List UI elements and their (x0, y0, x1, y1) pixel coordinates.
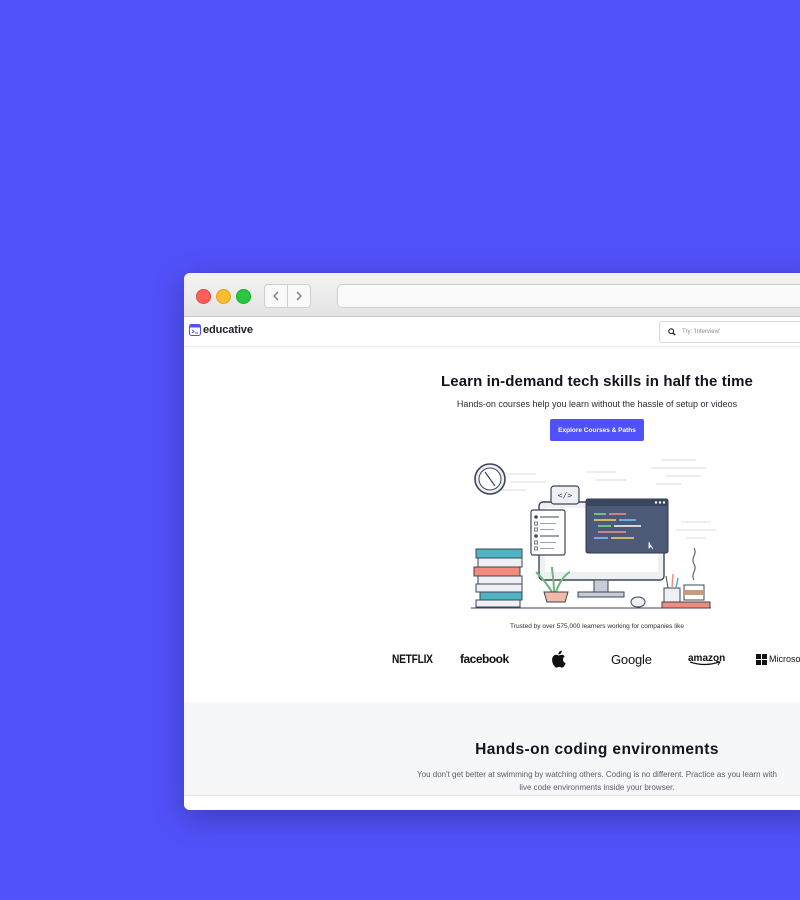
chevron-left-icon (273, 291, 279, 301)
mouse-icon (630, 596, 646, 608)
coding-environments-section: Hands-on coding environments You don't g… (184, 702, 800, 796)
google-logo: Google (611, 651, 652, 667)
forward-button[interactable] (287, 284, 311, 308)
page-bottom-strip (184, 795, 800, 810)
company-logos: NETFLIX facebook Google amazon Microso (184, 647, 800, 671)
site-header: educative Try: 'Interview' (184, 317, 800, 347)
hero-subtitle: Hands-on courses help you learn without … (456, 399, 738, 409)
back-button[interactable] (264, 284, 288, 308)
explore-courses-button[interactable]: Explore Courses & Paths (550, 419, 644, 441)
microsoft-logo: Microsoft (756, 647, 800, 671)
facebook-logo: facebook (460, 652, 509, 666)
books-icon (473, 548, 523, 608)
microsoft-icon (756, 653, 767, 665)
apple-icon (552, 650, 566, 668)
search-input[interactable]: Try: 'Interview' (682, 329, 720, 335)
site-logo[interactable]: educative (189, 324, 253, 336)
microsoft-wordmark: Microsoft (769, 654, 800, 664)
code-tag-icon: </> (550, 485, 580, 505)
svg-text:</>: </> (558, 491, 573, 500)
trusted-by-text: Trusted by over 575,000 learners working… (510, 623, 684, 630)
hero-title: Learn in-demand tech skills in half the … (441, 373, 753, 390)
hero-illustration: </> (471, 459, 716, 609)
search-box[interactable]: Try: 'Interview' (659, 321, 800, 343)
section-title: Hands-on coding environments (475, 741, 719, 758)
clock-icon (474, 463, 506, 495)
address-bar[interactable] (337, 284, 800, 308)
browser-titlebar (184, 273, 800, 317)
logo-text: educative (203, 324, 253, 336)
minimize-window-button[interactable] (216, 289, 231, 304)
maximize-window-button[interactable] (236, 289, 251, 304)
section-description: You don't get better at swimming by watc… (417, 770, 777, 792)
netflix-logo: NETFLIX (392, 652, 433, 666)
browser-window: educative Try: 'Interview' Learn in-dema… (184, 273, 800, 810)
search-icon (668, 328, 676, 336)
amazon-smile-icon (689, 660, 721, 665)
amazon-logo: amazon (688, 647, 725, 671)
apple-logo (550, 647, 568, 671)
close-window-button[interactable] (196, 289, 211, 304)
educative-logo-icon (189, 324, 201, 336)
chevron-right-icon (296, 291, 302, 301)
coffee-cup-icon (661, 547, 711, 609)
page-content: educative Try: 'Interview' Learn in-dema… (184, 317, 800, 810)
code-window (585, 498, 669, 554)
checklist-card (530, 509, 566, 556)
